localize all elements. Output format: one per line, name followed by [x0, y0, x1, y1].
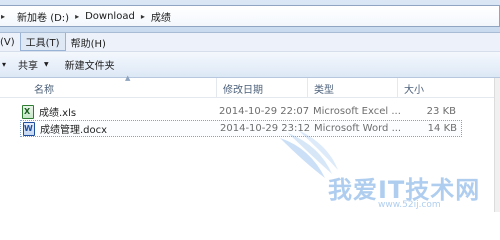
word-file-icon — [23, 121, 35, 136]
file-type: Microsoft Excel ... — [313, 106, 401, 117]
file-row-focused[interactable]: 成绩管理.docx 2014-10-29 23:12 Microsoft Wor… — [20, 120, 462, 137]
chevron-right-icon[interactable]: ▸ — [141, 12, 149, 21]
breadcrumb-item-drive[interactable]: 新加卷 (D:) — [15, 6, 75, 26]
watermark-text: 我爱IT技术网 — [328, 176, 481, 204]
breadcrumb[interactable]: ▸ 新加卷 (D:) ▸ Download ▸ 成绩 — [0, 5, 500, 27]
file-date: 2014-10-29 22:07 — [219, 106, 310, 117]
file-type: Microsoft Word ... — [314, 123, 402, 134]
toolbar-dropdown-icon[interactable]: ▾ — [0, 52, 10, 77]
chevron-right-icon[interactable]: ▸ — [75, 12, 83, 21]
breadcrumb-label: Download — [85, 10, 135, 22]
chevron-down-icon: ▼ — [44, 61, 49, 68]
watermark-url: www.52ij.com — [378, 200, 441, 210]
excel-file-icon — [22, 104, 34, 119]
file-name-cell: 成绩管理.docx — [23, 121, 107, 136]
column-size[interactable]: 大小 — [397, 78, 424, 98]
new-folder-button[interactable]: 新建文件夹 — [57, 52, 123, 77]
breadcrumb-item-download[interactable]: Download — [83, 6, 141, 26]
breadcrumb-separator[interactable]: ▸ — [0, 6, 15, 26]
breadcrumb-item-current[interactable]: 成绩 — [149, 6, 177, 26]
column-type[interactable]: 类型 — [307, 78, 334, 98]
file-name-cell: 成绩.xls — [22, 103, 76, 120]
column-header: ▲ 名称 修改日期 类型 大小 — [0, 74, 500, 98]
watermark: 我爱IT技术网 www.52ij.com — [270, 128, 500, 212]
share-button[interactable]: 共享 ▼ — [10, 52, 57, 77]
column-name[interactable]: 名称 — [28, 78, 54, 98]
file-name: 成绩.xls — [39, 108, 77, 119]
menu-bar: (V) 工具(T) 帮助(H) — [0, 33, 500, 52]
column-date[interactable]: 修改日期 — [216, 78, 263, 98]
menu-view[interactable]: (V) — [0, 33, 20, 51]
file-size: 14 KB — [427, 123, 457, 134]
breadcrumb-label: 成绩 — [150, 12, 171, 24]
breadcrumb-label: 新加卷 (D:) — [17, 12, 70, 24]
toolbar: ▾ 共享 ▼ 新建文件夹 — [0, 52, 500, 78]
file-name: 成绩管理.docx — [40, 125, 108, 136]
file-row[interactable]: 成绩.xls 2014-10-29 22:07 Microsoft Excel … — [20, 103, 462, 120]
wing-logo-icon — [280, 130, 338, 178]
address-bar: ▸ 新加卷 (D:) ▸ Download ▸ 成绩 — [0, 0, 500, 33]
file-date: 2014-10-29 23:12 — [220, 123, 311, 134]
menu-tools[interactable]: 工具(T) — [19, 33, 66, 51]
share-label: 共享 — [18, 61, 39, 72]
vertical-scrollbar[interactable] — [494, 78, 500, 212]
menu-help[interactable]: 帮助(H) — [66, 33, 111, 51]
sort-ascending-icon: ▲ — [125, 74, 131, 82]
file-size: 23 KB — [426, 106, 456, 117]
